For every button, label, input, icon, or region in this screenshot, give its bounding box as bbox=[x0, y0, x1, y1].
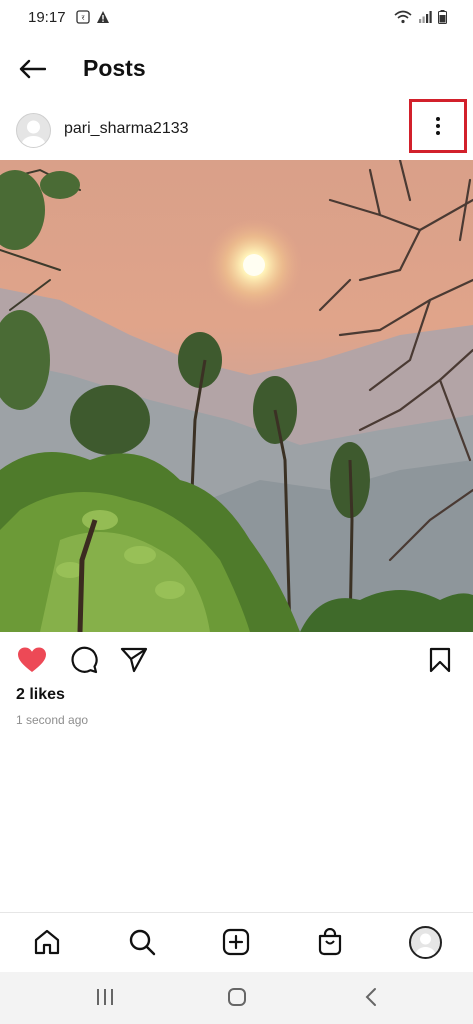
like-button[interactable] bbox=[16, 644, 48, 676]
search-icon bbox=[129, 929, 156, 956]
user-avatar[interactable] bbox=[16, 113, 51, 148]
signal-icon bbox=[418, 10, 432, 29]
send-icon bbox=[120, 647, 148, 673]
more-options-button[interactable] bbox=[409, 99, 467, 153]
status-time: 19:17 bbox=[28, 9, 66, 26]
add-post-icon bbox=[222, 928, 250, 956]
vertical-dots-icon bbox=[436, 117, 440, 135]
save-button[interactable] bbox=[424, 644, 456, 676]
system-back-button[interactable] bbox=[356, 984, 386, 1010]
post-username[interactable]: pari_sharma2133 bbox=[64, 120, 189, 138]
post-image[interactable] bbox=[0, 160, 473, 632]
recent-apps-button[interactable] bbox=[90, 984, 120, 1010]
bottom-navigation bbox=[0, 912, 473, 972]
default-avatar-icon bbox=[415, 933, 435, 957]
post-actions bbox=[0, 640, 473, 680]
app-header: Posts bbox=[0, 44, 473, 94]
sim-icon: र bbox=[76, 10, 90, 29]
nav-search[interactable] bbox=[125, 925, 159, 959]
profile-avatar bbox=[408, 925, 442, 959]
comment-icon bbox=[71, 646, 98, 674]
battery-icon bbox=[438, 10, 447, 29]
nav-home[interactable] bbox=[30, 925, 64, 959]
page-title: Posts bbox=[83, 55, 146, 81]
nav-create[interactable] bbox=[219, 925, 253, 959]
arrow-left-icon bbox=[19, 59, 46, 79]
share-button[interactable] bbox=[118, 644, 150, 676]
system-home-button[interactable] bbox=[222, 984, 252, 1010]
recent-apps-icon bbox=[97, 989, 113, 1005]
post-header: pari_sharma2133 bbox=[0, 99, 473, 154]
system-navigation bbox=[0, 972, 473, 1024]
warning-icon bbox=[96, 10, 110, 29]
nav-shop[interactable] bbox=[313, 925, 347, 959]
back-chevron-icon bbox=[365, 988, 376, 1006]
status-bar: 19:17 र bbox=[0, 0, 473, 36]
sunset-photo bbox=[0, 160, 473, 632]
home-icon bbox=[34, 929, 60, 955]
nav-profile[interactable] bbox=[408, 925, 442, 959]
likes-count[interactable]: 2 likes bbox=[16, 686, 65, 704]
shop-icon bbox=[318, 928, 342, 956]
wifi-icon bbox=[394, 10, 412, 29]
post-timestamp: 1 second ago bbox=[16, 713, 89, 727]
heart-filled-icon bbox=[18, 647, 46, 672]
svg-text:र: र bbox=[82, 14, 85, 22]
default-avatar-icon bbox=[21, 120, 46, 147]
bookmark-icon bbox=[429, 647, 451, 673]
back-button[interactable] bbox=[14, 54, 50, 84]
comment-button[interactable] bbox=[68, 644, 100, 676]
home-circle-icon bbox=[228, 988, 246, 1006]
